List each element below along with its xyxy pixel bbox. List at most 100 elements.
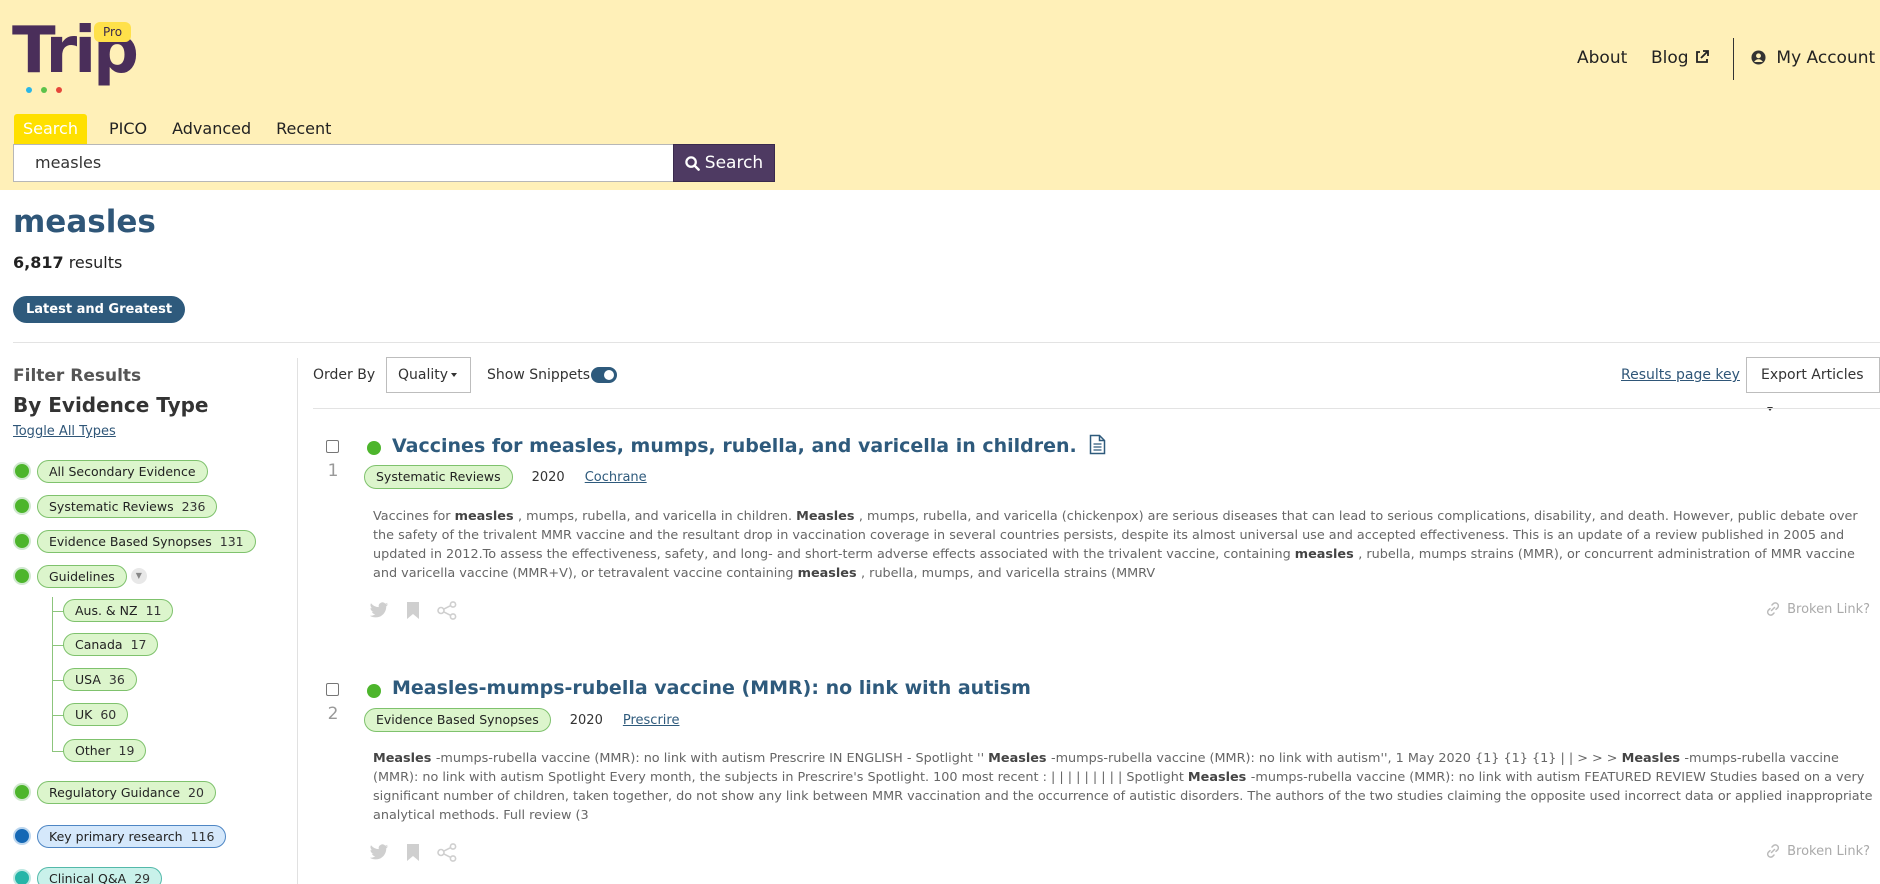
tab-pico[interactable]: PICO [100,114,156,144]
result-year: 2020 [569,712,603,728]
sidebar-divider [297,358,298,884]
page-title: measles [13,204,156,240]
result-snippet: Vaccines for measles , mumps, rubella, a… [373,509,1858,581]
site-header: Trip Pro About Blog My Account Search PI… [0,0,1880,190]
filter-pill: USA 36 [63,668,137,691]
result-year: 2020 [531,469,565,485]
results-count-number: 6,817 [13,253,64,272]
toggle-all-types-link[interactable]: Toggle All Types [13,424,116,439]
filter-label: Aus. & NZ [75,603,138,618]
share-icon[interactable] [437,601,457,620]
filter-regulatory-guidance[interactable]: Regulatory Guidance 20 [13,780,216,804]
nav-blog-link[interactable]: Blog [1651,48,1710,68]
result-checkbox[interactable] [326,440,339,453]
search-button-label: Search [704,153,764,173]
filter-count: 131 [219,533,244,549]
nav-my-account-link[interactable]: My Account [1751,48,1875,68]
evidence-type-heading: By Evidence Type [13,393,209,417]
filter-systematic-reviews[interactable]: Systematic Reviews 236 [13,494,218,518]
filter-label: All Secondary Evidence [49,463,196,479]
order-by-value: Quality [398,367,449,383]
bookmark-icon[interactable] [406,601,420,620]
guideline-tree-line [52,597,53,752]
evidence-dot-icon [13,567,31,585]
filter-guideline-usa[interactable]: USA 36 [63,668,137,691]
result-source-link[interactable]: Prescrire [623,713,680,728]
divider [13,342,1880,343]
filter-count: 19 [118,743,135,758]
broken-link-button[interactable]: Broken Link? [1765,601,1870,617]
filter-pill: Key primary research 116 [37,824,227,848]
latest-and-greatest-button[interactable]: Latest and Greatest [13,296,186,323]
filter-pill: All Secondary Evidence [37,459,208,483]
filter-guideline-canada[interactable]: Canada 17 [63,633,159,656]
filter-label: Evidence Based Synopses [49,533,212,549]
result-actions [369,601,457,620]
order-by-dropdown[interactable]: Quality [386,357,471,393]
evidence-type-pill: Evidence Based Synopses [364,708,551,732]
show-snippets-toggle[interactable] [591,367,617,383]
broken-link-button[interactable]: Broken Link? [1765,843,1870,859]
divider [313,408,1880,409]
filter-label: Other [75,743,111,758]
result-actions [369,843,457,862]
evidence-dot-icon [13,462,31,480]
filter-count: 116 [190,828,215,844]
results-page-key-link[interactable]: Results page key [1621,367,1740,383]
evidence-dot-icon [367,441,381,455]
evidence-type-pill: Systematic Reviews [364,465,513,489]
nav-blog-label: Blog [1651,48,1689,68]
filter-pill: Evidence Based Synopses 131 [37,529,256,553]
tab-advanced[interactable]: Advanced [163,114,260,144]
document-icon[interactable] [1089,434,1106,455]
filter-key-primary-research[interactable]: Key primary research 116 [13,824,227,848]
filter-pill: Canada 17 [63,633,159,656]
share-icon[interactable] [437,843,457,862]
filter-count: 60 [100,707,117,722]
filter-label: UK [75,707,93,722]
tab-recent[interactable]: Recent [267,114,340,144]
result-snippet: Measles -mumps-rubella vaccine (MMR): no… [373,751,1873,823]
result-title-link[interactable]: Measles-mumps-rubella vaccine (MMR): no … [392,677,1031,699]
show-snippets-label: Show Snippets [487,367,591,383]
broken-link-label: Broken Link? [1787,601,1870,617]
filter-label: Systematic Reviews [49,498,174,514]
result-checkbox[interactable] [326,683,339,696]
twitter-icon[interactable] [369,602,389,619]
filter-results-heading: Filter Results [13,366,142,386]
filter-guidelines[interactable]: Guidelines ▼ [13,564,147,588]
filter-clinical-qa[interactable]: Clinical Q&A 29 [13,866,163,884]
evidence-dot-icon [367,684,381,698]
filter-guideline-aus-nz[interactable]: Aus. & NZ 11 [63,599,174,622]
filter-count: 11 [145,603,162,618]
search-icon [685,155,700,171]
tab-search[interactable]: Search [14,114,87,144]
filter-label: USA [75,672,101,687]
logo-dots [26,78,71,97]
results-count-suffix: results [63,253,123,272]
filter-label: Regulatory Guidance [49,784,181,800]
export-articles-dropdown[interactable]: Export Articles [1746,357,1880,411]
trip-logo[interactable]: Trip Pro [12,18,142,93]
search-input[interactable]: measles [13,144,674,182]
filter-pill: Guidelines [37,564,127,588]
chain-link-icon [1767,844,1780,858]
filter-evidence-based-synopses[interactable]: Evidence Based Synopses 131 [13,529,256,553]
evidence-dot-icon [13,827,31,845]
result-title-link[interactable]: Vaccines for measles, mumps, rubella, an… [392,434,1106,457]
filter-guideline-other[interactable]: Other 19 [63,739,147,762]
chevron-down-icon[interactable]: ▼ [130,568,147,584]
bookmark-icon[interactable] [406,843,420,862]
filter-label: Canada [75,637,123,652]
filter-all-secondary-evidence[interactable]: All Secondary Evidence [13,459,208,483]
filter-guideline-uk[interactable]: UK 60 [63,703,129,726]
result-source-link[interactable]: Cochrane [585,470,647,485]
caret-down-icon [451,373,458,377]
search-button[interactable]: Search [673,144,775,182]
filter-label: Key primary research [49,828,183,844]
filter-label: Clinical Q&A [49,870,127,884]
nav-about-link[interactable]: About [1577,48,1627,68]
result-number: 2 [327,704,339,724]
broken-link-label: Broken Link? [1787,843,1870,859]
twitter-icon[interactable] [369,844,389,861]
